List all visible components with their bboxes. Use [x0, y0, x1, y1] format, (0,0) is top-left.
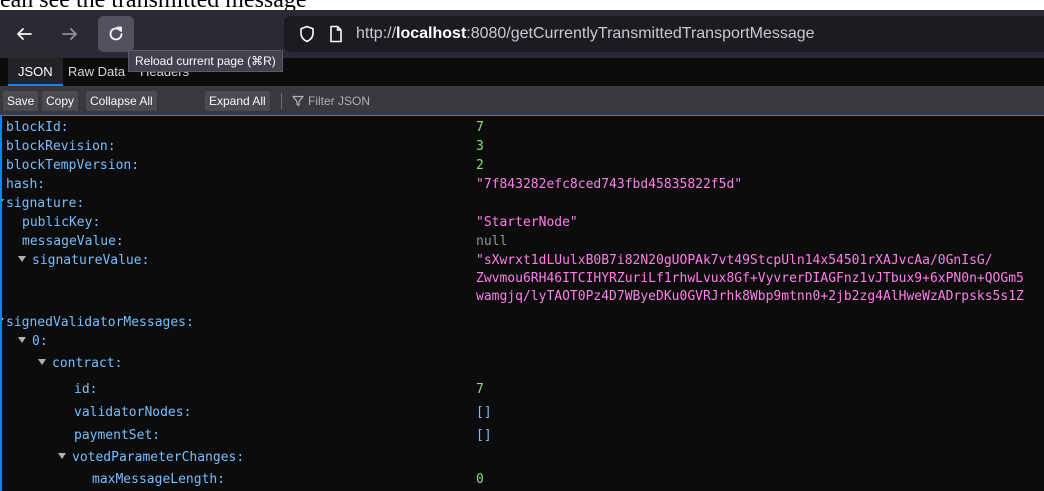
- tab-json[interactable]: JSON: [8, 58, 63, 86]
- json-key: publicKey:: [22, 215, 101, 230]
- browser-window: http://localhost:8080/getCurrentlyTransm…: [0, 10, 1044, 491]
- tree-row-messagevalue[interactable]: messageValue: null: [2, 232, 1044, 251]
- json-value: 2: [476, 158, 484, 173]
- json-key: blockRevision:: [6, 139, 116, 154]
- json-value: []: [476, 428, 492, 443]
- json-value: "StarterNode": [476, 215, 578, 230]
- tree-row-index-0[interactable]: 0:: [2, 332, 1044, 351]
- toolbar-divider: [281, 93, 282, 109]
- filter-icon: [292, 95, 304, 107]
- tree-row-hash[interactable]: hash: "7f843282efc8ced743fbd45835822f5d": [2, 175, 1044, 194]
- json-key: votedParameterChanges:: [58, 448, 244, 467]
- json-key: blockId:: [6, 120, 69, 135]
- url-scheme: http://: [356, 25, 397, 42]
- json-key-label: votedParameterChanges:: [72, 450, 245, 465]
- json-key-label: contract:: [52, 356, 123, 371]
- json-value: "7f843282efc8ced743fbd45835822f5d": [476, 177, 743, 192]
- tree-row-blockid[interactable]: blockId: 7: [2, 118, 1044, 137]
- back-button[interactable]: [6, 16, 42, 52]
- json-toolbar: Save Copy Collapse All Expand All Filter…: [0, 87, 1044, 116]
- back-arrow-icon: [15, 25, 33, 43]
- json-tree: blockId: 7 blockRevision: 3 blockTempVer…: [0, 116, 1044, 491]
- json-key-label: signatureValue:: [32, 253, 150, 268]
- json-value: 7: [476, 120, 484, 135]
- json-key: signature:: [6, 196, 85, 211]
- json-key: id:: [74, 382, 98, 397]
- tree-row-votedparameterchanges[interactable]: votedParameterChanges:: [2, 448, 1044, 467]
- expand-all-button[interactable]: Expand All: [205, 91, 270, 111]
- shield-icon[interactable]: [298, 25, 316, 48]
- tree-row-validatornodes[interactable]: validatorNodes: []: [2, 403, 1044, 422]
- json-key: maxMessageLength:: [92, 472, 226, 487]
- filter-placeholder: Filter JSON: [308, 94, 371, 108]
- json-key: 0:: [18, 332, 48, 351]
- forward-button[interactable]: [52, 16, 88, 52]
- tree-row-id[interactable]: id: 7: [2, 380, 1044, 399]
- url-bar[interactable]: http://localhost:8080/getCurrentlyTransm…: [284, 16, 1044, 52]
- expand-twisty-icon: [58, 453, 66, 459]
- tree-row-signature[interactable]: signature:: [2, 194, 1044, 213]
- page-info-icon[interactable]: [328, 25, 344, 48]
- json-key-label: 0:: [32, 334, 48, 349]
- expand-twisty-icon: [18, 337, 26, 343]
- signature-value-line: "sXwrxt1dLUulxB0B7i82N20gUOPAk7vt49StcpU…: [476, 253, 993, 268]
- json-key: paymentSet:: [74, 428, 161, 443]
- tree-row-signedvalidatormessages[interactable]: signedValidatorMessages:: [2, 313, 1044, 332]
- json-key: contract:: [38, 354, 122, 373]
- signature-value-line: Zwvmou6RH46ITCIHYRZuriLf1rhwLvux8Gf+Vyvr…: [476, 271, 1024, 286]
- url-host: localhost: [396, 25, 467, 42]
- json-key: hash:: [6, 177, 46, 192]
- tree-row-maxmessagelength[interactable]: maxMessageLength: 0: [2, 470, 1044, 489]
- filter-json-input[interactable]: Filter JSON: [292, 91, 370, 111]
- reload-icon: [107, 25, 125, 43]
- save-button[interactable]: Save: [3, 91, 39, 111]
- tree-row-contract[interactable]: contract:: [2, 354, 1044, 373]
- tree-row-publickey[interactable]: publicKey: "StarterNode": [2, 213, 1044, 232]
- json-key: signedValidatorMessages:: [6, 315, 194, 330]
- tab-raw-data[interactable]: Raw Data: [58, 58, 135, 86]
- expand-twisty-icon: [38, 359, 46, 365]
- tree-row-blockrevision[interactable]: blockRevision: 3: [2, 137, 1044, 156]
- json-value: []: [476, 405, 492, 420]
- tree-row-blocktempversion[interactable]: blockTempVersion: 2: [2, 156, 1044, 175]
- signature-value-line: wamgjq/lyTAOT0Pz4D7WByeDKu0GVRJrhk8Wbp9m…: [476, 289, 1024, 304]
- json-key: validatorNodes:: [74, 405, 192, 420]
- json-value: null: [476, 234, 508, 249]
- collapse-all-button[interactable]: Collapse All: [86, 91, 157, 111]
- reload-tooltip: Reload current page (⌘R): [128, 50, 283, 72]
- url-text[interactable]: http://localhost:8080/getCurrentlyTransm…: [356, 16, 815, 52]
- forward-arrow-icon: [61, 25, 79, 43]
- json-value: 7: [476, 382, 484, 397]
- url-path: :8080/getCurrentlyTransmittedTransportMe…: [466, 25, 815, 42]
- caption-text: ean see the transmitted message: [0, 0, 307, 10]
- expand-twisty-icon: [18, 256, 26, 262]
- reload-button[interactable]: [98, 16, 134, 52]
- json-key: blockTempVersion:: [6, 158, 140, 173]
- json-value: 3: [476, 139, 484, 154]
- json-key: signatureValue:: [18, 251, 149, 270]
- copy-button[interactable]: Copy: [42, 91, 79, 111]
- tree-row-paymentset[interactable]: paymentSet: []: [2, 426, 1044, 445]
- json-value: 0: [476, 472, 484, 487]
- json-key: messageValue:: [22, 234, 124, 249]
